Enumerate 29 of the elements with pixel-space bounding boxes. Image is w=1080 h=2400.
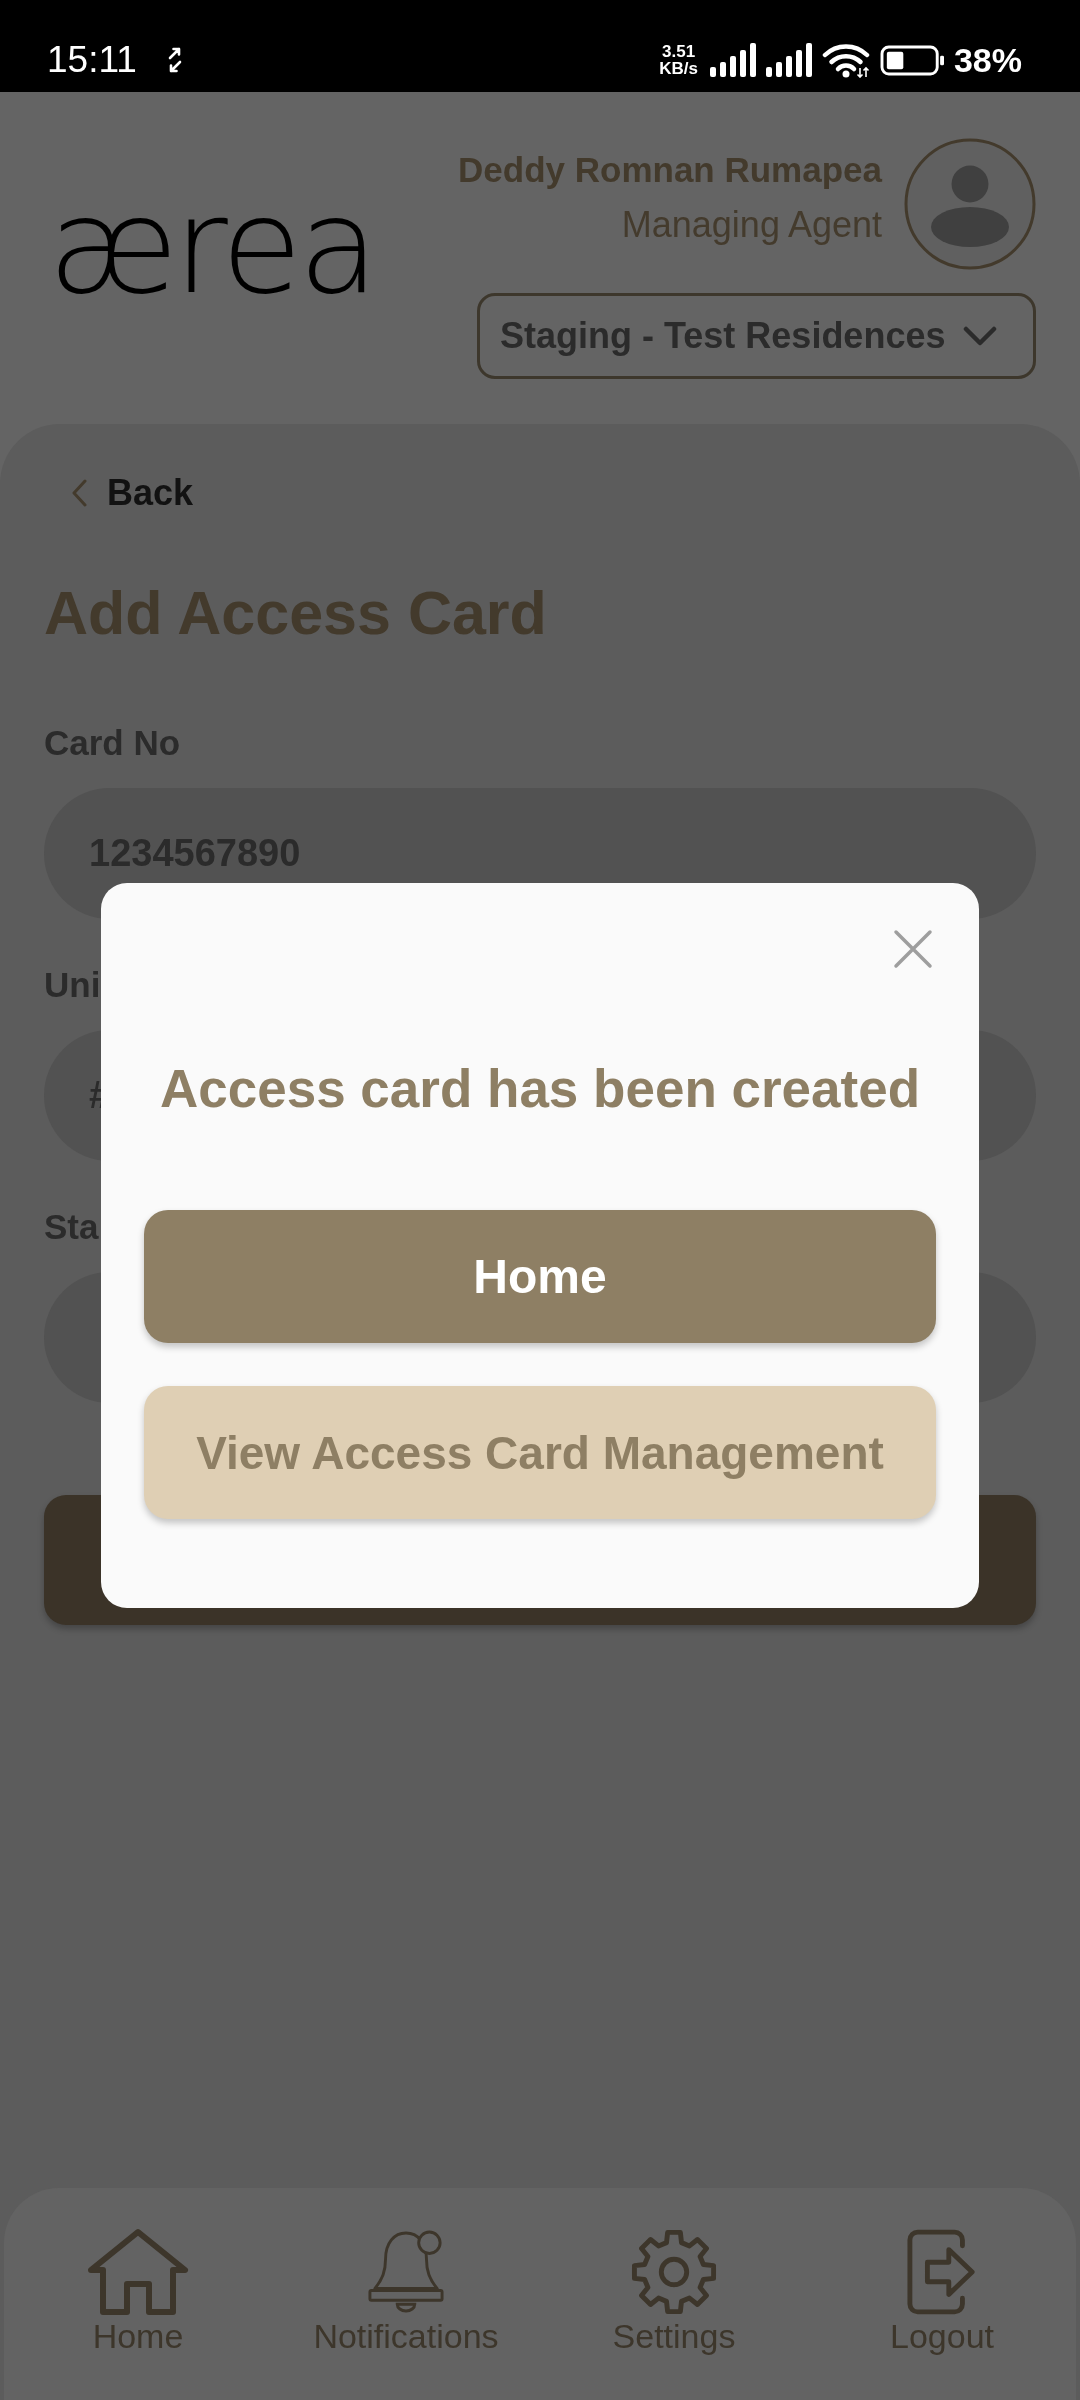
chevron-left-icon xyxy=(72,479,88,507)
avatar-icon xyxy=(904,138,1036,270)
dialog-button[interactable]: View Access Card Management xyxy=(144,1386,936,1519)
close-icon xyxy=(893,929,933,969)
exit-arrow-icon xyxy=(906,2228,978,2316)
user-role: Managing Agent xyxy=(621,203,882,247)
nav-item[interactable]: Home xyxy=(4,2228,272,2354)
gear-icon xyxy=(630,2228,718,2316)
network-speed: 3.51 xyxy=(662,43,696,60)
signal-icon xyxy=(709,43,756,77)
house-icon xyxy=(87,2228,189,2316)
app-logo: ærea xyxy=(48,182,376,310)
property-dropdown[interactable]: Staging - Test Residences xyxy=(477,293,1036,379)
network-speed-unit: KB/s xyxy=(659,60,698,77)
user-name: Deddy Romnan Rumapea xyxy=(458,149,882,191)
status-time: 15:11 xyxy=(47,38,137,82)
dialog-button[interactable]: Home xyxy=(144,1210,936,1343)
wifi-icon xyxy=(821,42,870,78)
nav-item[interactable]: Settings xyxy=(540,2228,808,2354)
back-link[interactable]: Back xyxy=(44,473,194,513)
chevron-down-icon xyxy=(963,326,997,346)
nav-item[interactable]: Notifications xyxy=(272,2228,540,2354)
battery-percent: 38% xyxy=(953,40,1022,80)
nav-item[interactable]: Logout xyxy=(808,2228,1076,2354)
auto-rotate-icon xyxy=(166,47,183,73)
signal-icon xyxy=(765,43,812,77)
battery-icon xyxy=(879,44,946,76)
close-button[interactable] xyxy=(893,929,933,969)
dialog-message: Access card has been created xyxy=(158,1059,922,1119)
